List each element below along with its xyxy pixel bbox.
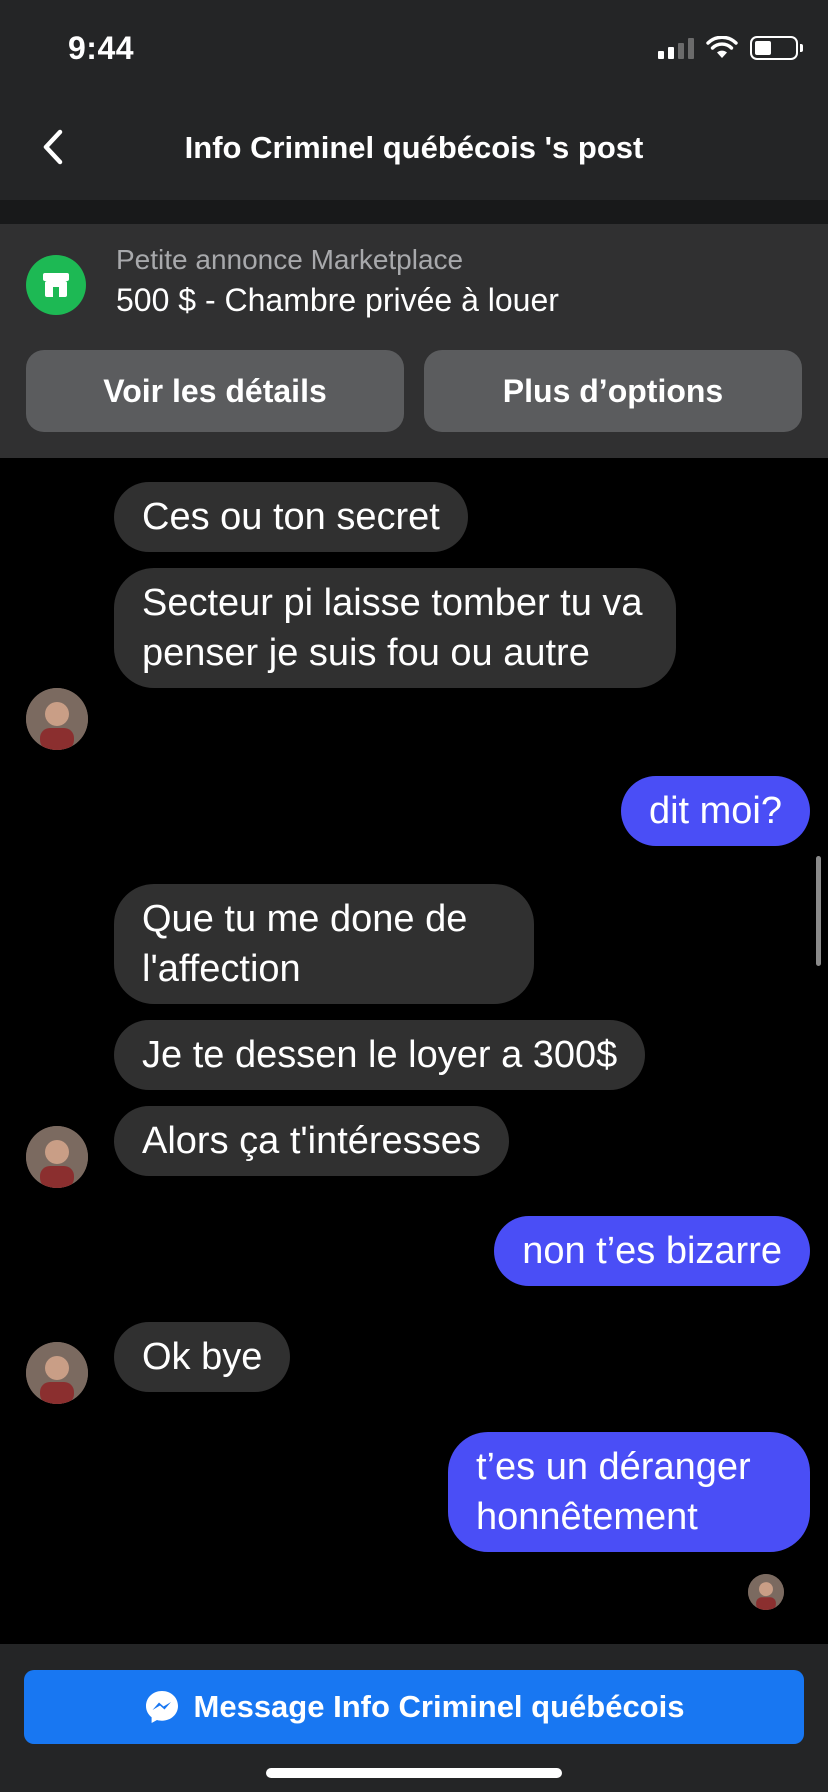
status-time: 9:44 (68, 30, 135, 66)
marketplace-label: Petite annonce Marketplace (116, 244, 464, 275)
message-bubble-incoming[interactable]: Que tu me done de l'affection (114, 884, 534, 1004)
avatar[interactable] (26, 1126, 88, 1188)
listing-title[interactable]: 500 $ - Chambre privée à louer (116, 282, 559, 319)
message-button-label: Message Info Criminel québécois (193, 1689, 685, 1724)
avatar[interactable] (26, 688, 88, 750)
page-title: Info Criminel québécois 's post (184, 130, 644, 165)
wifi-icon (706, 36, 738, 58)
read-receipt-avatar (748, 1574, 784, 1610)
view-details-button[interactable]: Voir les détails (26, 350, 404, 432)
message-button[interactable]: Message Info Criminel québécois (24, 1670, 804, 1744)
bottom-bar: Message Info Criminel québécois (0, 1644, 828, 1792)
message-bubble-outgoing[interactable]: t’es un déranger honnêtement (448, 1432, 810, 1552)
message-bubble-incoming[interactable]: Je te dessen le loyer a 300$ (114, 1020, 646, 1090)
status-bar: 9:44 (0, 0, 828, 100)
message-bubble-outgoing[interactable]: dit moi? (620, 776, 810, 846)
message-bubble-incoming[interactable]: Secteur pi laisse tomber tu va penser je… (114, 568, 676, 688)
message-bubble-incoming[interactable]: Alors ça t'intéresses (114, 1106, 509, 1176)
header: Info Criminel québécois 's post (0, 100, 828, 200)
message-bubble-incoming[interactable]: Ces ou ton secret (114, 482, 468, 552)
message-bubble-outgoing[interactable]: non t’es bizarre (494, 1216, 810, 1286)
messenger-icon (145, 1691, 178, 1723)
scrollbar[interactable] (816, 856, 821, 966)
marketplace-card: Petite annonce Marketplace 500 $ - Chamb… (0, 224, 828, 458)
battery-icon (750, 36, 803, 60)
avatar[interactable] (26, 1342, 88, 1404)
message-bubble-incoming[interactable]: Ok bye (114, 1322, 291, 1392)
status-icons (658, 36, 803, 60)
home-indicator[interactable] (266, 1768, 562, 1778)
signal-icon (658, 37, 694, 59)
divider (0, 200, 828, 224)
more-options-button[interactable]: Plus d’options (424, 350, 802, 432)
storefront-icon (26, 255, 86, 315)
